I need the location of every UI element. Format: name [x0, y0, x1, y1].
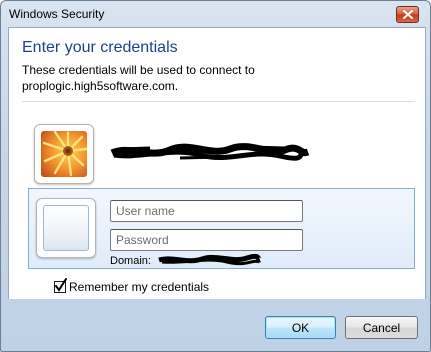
close-icon: [402, 10, 413, 19]
saved-account-tile[interactable]: [34, 124, 94, 184]
dialog-description-line1: These credentials will be used to connec…: [22, 63, 255, 77]
redacted-account-name: [110, 143, 310, 161]
dialog-content: Enter your credentials These credentials…: [8, 27, 426, 299]
username-input[interactable]: [110, 200, 303, 222]
password-input[interactable]: [110, 229, 303, 251]
dialog-window: Windows Security Enter your credentials …: [0, 0, 431, 352]
remember-credentials-checkbox[interactable]: [54, 278, 67, 293]
remember-credentials-row[interactable]: Remember my credentials: [54, 278, 209, 295]
dialog-description-line2: proplogic.high5software.com.: [22, 79, 179, 93]
dialog-heading: Enter your credentials: [22, 39, 178, 56]
domain-label: Domain:: [110, 255, 151, 267]
window-title: Windows Security: [9, 7, 105, 21]
divider: [22, 101, 415, 102]
title-bar[interactable]: Windows Security: [1, 1, 430, 27]
cancel-button[interactable]: Cancel: [345, 316, 418, 339]
ok-button[interactable]: OK: [265, 316, 336, 339]
checkmark-icon: [55, 278, 67, 292]
credential-entry-panel[interactable]: Domain:: [28, 188, 415, 269]
flower-picture-icon: [41, 131, 87, 177]
close-button[interactable]: [396, 6, 419, 23]
redacted-domain-value: [158, 253, 262, 266]
blank-user-tile-icon: [43, 205, 89, 251]
remember-credentials-label[interactable]: Remember my credentials: [69, 280, 209, 294]
new-credential-tile[interactable]: [36, 198, 96, 258]
